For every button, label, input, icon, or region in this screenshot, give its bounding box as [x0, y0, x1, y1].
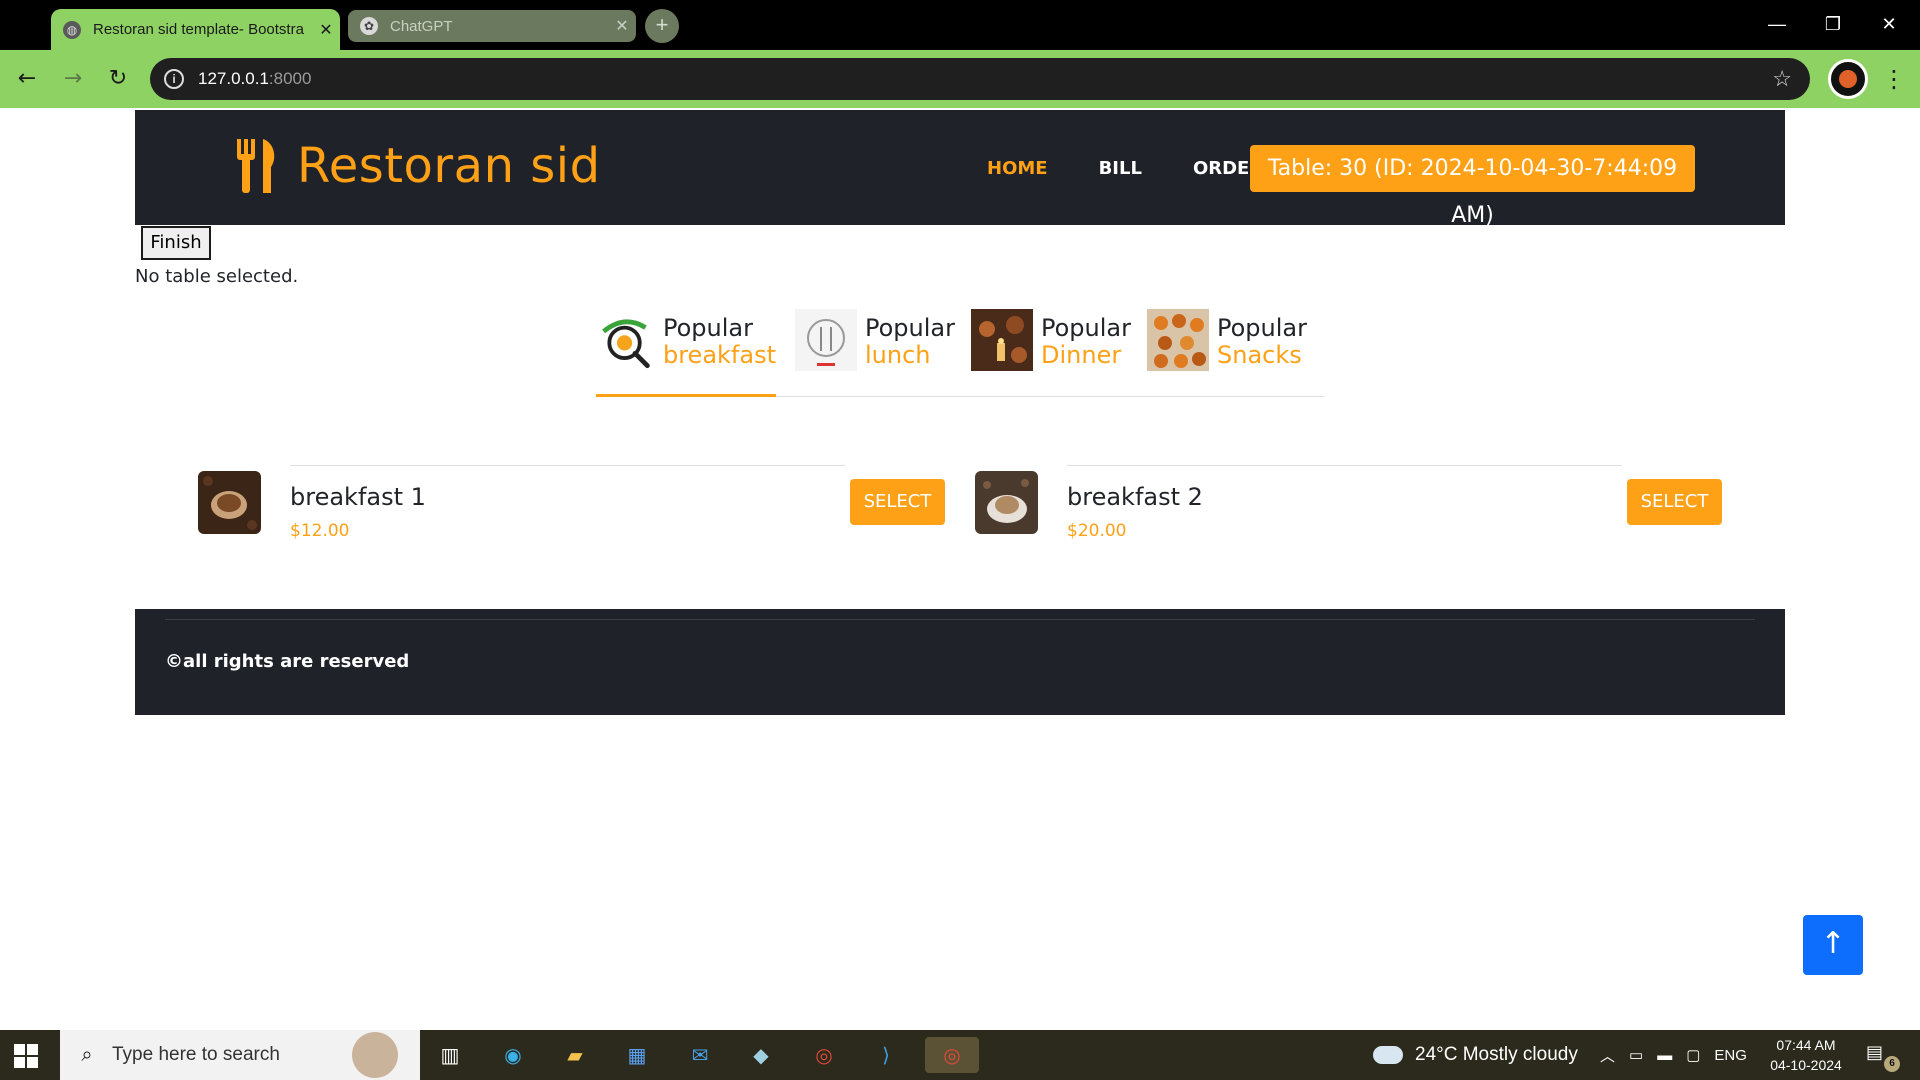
chatgpt-icon: ✿ [360, 17, 378, 35]
new-tab-button[interactable]: + [645, 9, 679, 43]
nav-bill[interactable]: BILL [1099, 158, 1142, 179]
close-icon[interactable]: ✕ [312, 20, 340, 40]
chevron-up-icon[interactable]: ︿ [1600, 1045, 1615, 1066]
lunch-plate-icon [795, 309, 857, 371]
weather-text: 24°C Mostly cloudy [1415, 1044, 1578, 1065]
tab-label-line1: Popular [662, 314, 753, 342]
notification-count: 6 [1884, 1056, 1900, 1072]
tab-label-line2: breakfast [662, 341, 776, 369]
item-name: breakfast 2 [1067, 483, 1203, 511]
tab-title: ChatGPT [390, 17, 453, 35]
notification-icon[interactable]: ▤ 6 [1866, 1042, 1900, 1072]
tab-lunch[interactable]: Popular lunch [795, 309, 955, 397]
tab-label-line1: Popular [865, 314, 955, 342]
browser-tab-chatgpt[interactable]: ✿ ChatGPT ✕ [348, 10, 636, 42]
item-price: $20.00 [1067, 521, 1127, 541]
table-status-text: No table selected. [135, 266, 299, 287]
item-divider [1067, 465, 1622, 466]
browser-tab-strip: ◍ Restoran sid template- Bootstra ✕ ✿ Ch… [0, 0, 1920, 50]
item-price: $12.00 [290, 521, 350, 541]
reload-icon[interactable]: ↻ [103, 64, 133, 94]
copyright-text: ©all rights are reserved [165, 651, 410, 672]
minimize-button[interactable]: — [1757, 8, 1797, 40]
cloud-icon [1373, 1046, 1403, 1064]
browser-tab-restoran[interactable]: ◍ Restoran sid template- Bootstra ✕ [51, 9, 340, 50]
site-info-icon[interactable]: i [164, 69, 184, 89]
search-placeholder: Type here to search [112, 1044, 280, 1065]
tab-label-line1: Popular [1217, 314, 1307, 342]
select-button[interactable]: SELECT [1627, 479, 1722, 525]
site-header: Restoran sid HOME BILL ORDER Table: 30 (… [135, 110, 1785, 228]
table-badge[interactable]: Table: 30 (ID: 2024-10-04-30-7:44:09 AM) [1250, 145, 1695, 228]
globe-icon: ◍ [63, 20, 81, 39]
nav-home[interactable]: HOME [987, 158, 1048, 179]
tab-snacks[interactable]: Popular Snacks [1147, 309, 1317, 397]
weather-widget[interactable]: 24°C Mostly cloudy [1373, 1030, 1578, 1080]
menu-item: breakfast 2 $20.00 SELECT [975, 465, 1725, 541]
mail-icon[interactable]: ✉ [682, 1037, 718, 1073]
coffee-cup-image [975, 471, 1038, 534]
search-highlight-image [352, 1032, 398, 1078]
footer-divider [165, 619, 1755, 620]
brand-logo[interactable]: Restoran sid [235, 138, 601, 194]
close-icon[interactable]: ✕ [608, 16, 636, 36]
forward-arrow-icon[interactable]: → [58, 64, 88, 94]
language-indicator[interactable]: ENG [1714, 1047, 1747, 1064]
edge-icon[interactable]: ◉ [495, 1037, 531, 1073]
system-tray: ︿ ▭ ▬ ▢ ENG [1600, 1030, 1747, 1080]
avatar [1839, 70, 1857, 88]
item-divider [290, 465, 845, 466]
url-port: :8000 [268, 69, 312, 88]
main-nav: HOME BILL ORDER [987, 158, 1263, 179]
task-view-icon[interactable]: ▥ [432, 1037, 468, 1073]
chrome-profile-icon[interactable]: ◎ [806, 1037, 842, 1073]
network-icon[interactable]: ▢ [1686, 1046, 1700, 1064]
back-arrow-icon[interactable]: ← [12, 64, 42, 94]
fork-knife-icon [237, 139, 275, 193]
browser-menu-icon[interactable]: ⋮ [1882, 64, 1906, 94]
restore-button[interactable]: ❐ [1813, 8, 1853, 40]
finish-button[interactable]: Finish [141, 226, 211, 260]
tab-dinner[interactable]: Popular Dinner [971, 309, 1136, 397]
item-name: breakfast 1 [290, 483, 426, 511]
taskbar-search[interactable]: ⌕ Type here to search [60, 1030, 420, 1080]
site-footer: ©all rights are reserved [135, 609, 1785, 715]
url-host: 127.0.0.1 [198, 69, 269, 88]
dinner-image [971, 309, 1033, 371]
menu-item: breakfast 1 $12.00 SELECT [198, 465, 948, 541]
close-window-button[interactable]: ✕ [1869, 8, 1909, 40]
browser-toolbar: ← → ↻ i 127.0.0.1 :8000 ☆ ⋮ [0, 50, 1920, 108]
vscode-icon[interactable]: ⟩ [868, 1037, 904, 1073]
store-icon[interactable]: ▦ [619, 1037, 655, 1073]
breakfast-icon [602, 319, 650, 369]
page-viewport: Restoran sid HOME BILL ORDER Table: 30 (… [0, 108, 1920, 1030]
snacks-image [1147, 309, 1209, 371]
bookmark-star-icon[interactable]: ☆ [1772, 66, 1792, 92]
address-bar[interactable]: i 127.0.0.1 :8000 ☆ [150, 58, 1810, 100]
device-icon[interactable]: ▭ [1629, 1046, 1643, 1064]
profile-avatar[interactable] [1828, 59, 1868, 99]
brand-name: Restoran sid [297, 138, 601, 194]
tab-label-line2: Snacks [1217, 341, 1302, 369]
file-explorer-icon[interactable]: ▰ [557, 1037, 593, 1073]
tab-label-line1: Popular [1041, 314, 1131, 342]
notes-icon[interactable]: ◆ [743, 1037, 779, 1073]
chrome-icon[interactable]: ◎ [925, 1037, 979, 1073]
coffee-image [198, 471, 261, 534]
tab-label-line2: lunch [865, 341, 931, 369]
tab-breakfast[interactable]: Popular breakfast [596, 309, 776, 397]
search-icon: ⌕ [81, 1043, 93, 1066]
menu-category-tabs: Popular breakfast Popular lunch Popular … [596, 309, 1324, 397]
clock-time: 07:44 AM [1776, 1037, 1836, 1053]
tab-label-line2: Dinner [1041, 341, 1122, 369]
clock-date: 04-10-2024 [1770, 1057, 1842, 1073]
clock[interactable]: 07:44 AM 04-10-2024 [1766, 1030, 1846, 1080]
tab-title: Restoran sid template- Bootstra [93, 21, 304, 38]
back-to-top-button[interactable]: ↑ [1803, 915, 1863, 975]
battery-icon[interactable]: ▬ [1657, 1047, 1672, 1064]
select-button[interactable]: SELECT [850, 479, 945, 525]
windows-taskbar: ⌕ Type here to search ▥ ◉ ▰ ▦ ✉ ◆ ◎ ⟩ ◎ … [0, 1030, 1920, 1080]
windows-start-icon[interactable] [14, 1044, 38, 1068]
